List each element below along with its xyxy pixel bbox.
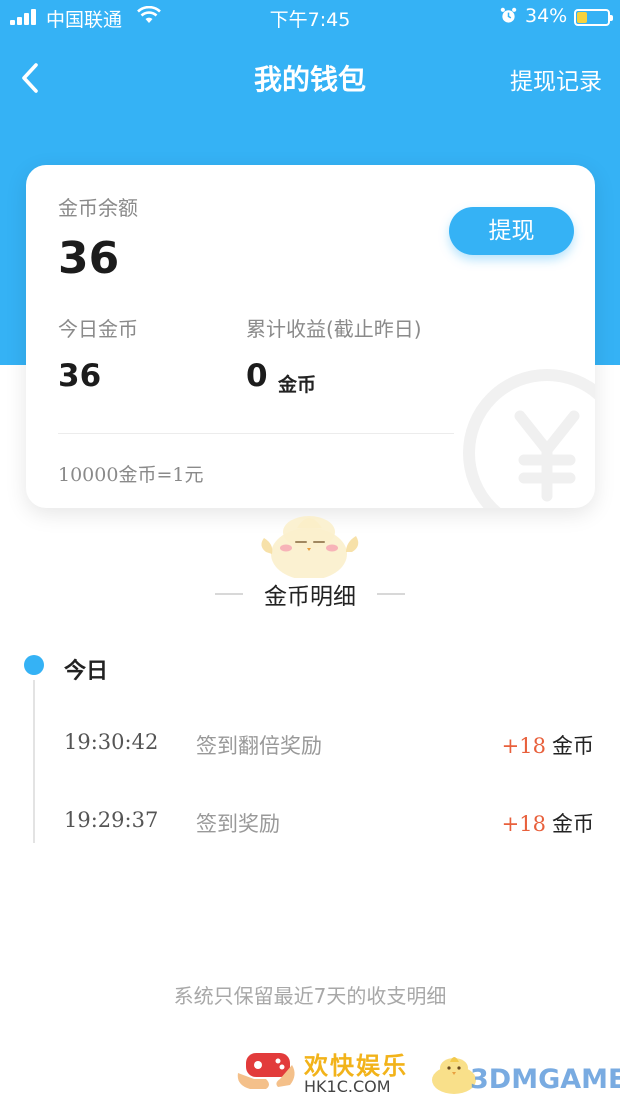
today-coins-label: 今日金币 [58,317,138,341]
section-title: 金币明细 [264,584,356,610]
watermark-site1-url: HK1C.COM [304,1077,391,1096]
alarm-icon [500,7,517,23]
withdraw-history-link[interactable]: 提现记录 [510,62,602,96]
status-bar: 中国联通 下午7:45 34% [0,0,620,34]
amount-value: +18 [501,734,546,758]
total-earnings-value: 0 [246,358,268,394]
record-description: 签到翻倍奖励 [196,734,322,758]
amount-unit: 金币 [552,734,594,758]
balance-label: 金币余额 [58,196,138,220]
record-description: 签到奖励 [196,812,280,836]
amount-value: +18 [501,812,546,836]
total-earnings-label: 累计收益(截止昨日) [246,317,422,341]
battery-percent: 34% [525,5,568,27]
watermark-site1-name: 欢快娱乐 [304,1052,408,1080]
amount-unit: 金币 [552,812,594,836]
watermark-site2-name: 3DMGAME [470,1064,620,1095]
balance-card: 金币余额 36 提现 今日金币 36 累计收益(截止昨日) 0 金币 10000… [26,165,595,508]
card-divider [58,433,454,434]
battery-level [577,12,587,23]
battery-icon [574,9,613,26]
list-item: 19:30:42 签到翻倍奖励 +18 金币 [0,730,620,770]
yen-coin-icon [463,369,595,508]
total-earnings-unit: 金币 [278,374,317,396]
record-time: 19:29:37 [64,808,159,832]
timeline-dot [24,655,44,675]
withdraw-button[interactable]: 提现 [449,207,574,255]
record-amount: +18 金币 [502,808,594,838]
list-item: 19:29:37 签到奖励 +18 金币 [0,808,620,848]
gamepad-hand-icon [237,1053,295,1089]
today-coins-value: 36 [58,358,102,394]
balance-value: 36 [58,233,120,284]
day-label: 今日 [64,659,109,684]
retention-note: 系统只保留最近7天的收支明细 [173,984,447,1008]
exchange-rate: 10000金币=1元 [58,464,204,486]
chick-mascot-icon [261,516,359,578]
record-time: 19:30:42 [64,730,159,754]
record-amount: +18 金币 [502,730,594,760]
